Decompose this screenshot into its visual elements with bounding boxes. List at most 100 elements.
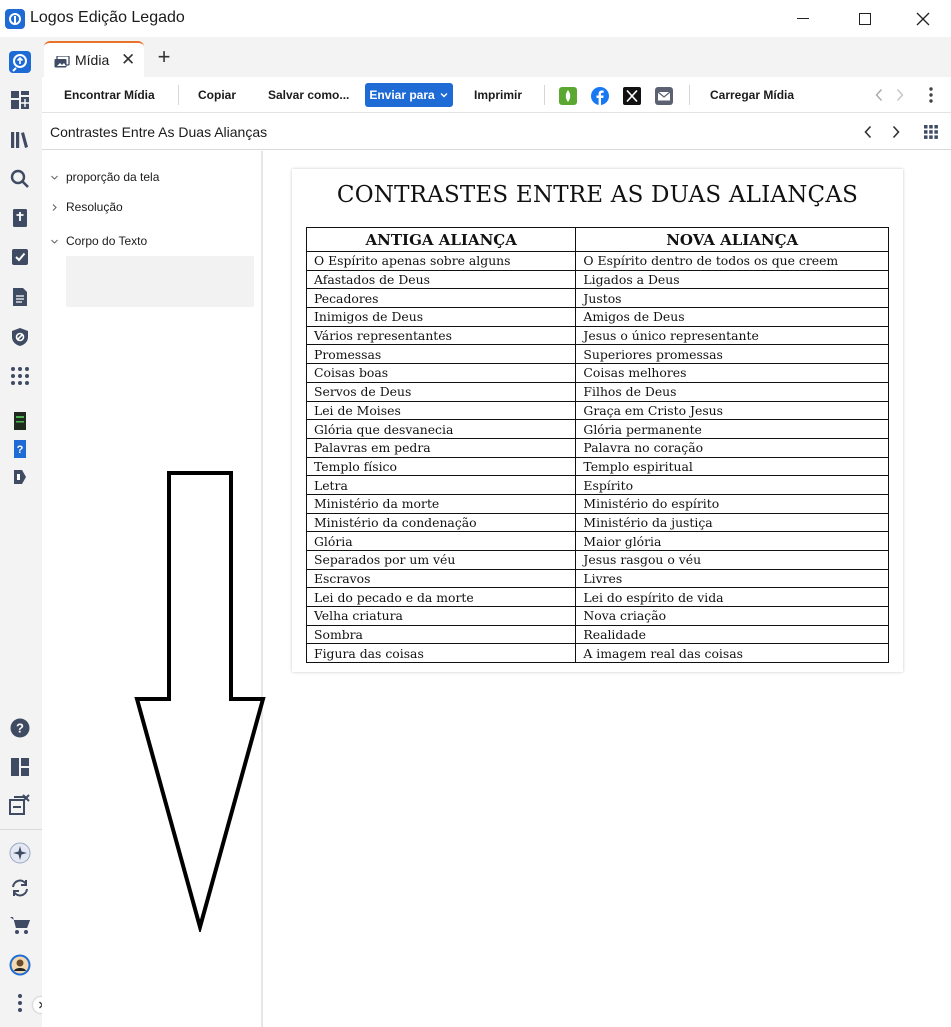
new-covenant-cell: Espírito: [575, 475, 889, 495]
chevron-left-icon[interactable]: [863, 125, 873, 139]
old-covenant-cell: Promessas: [305, 344, 577, 365]
table-row: Lei de Moises Graça em Cristo Jesus: [305, 400, 889, 421]
table-row: Figura das coisas A imagem real das coisa…: [305, 643, 889, 664]
new-covenant-cell: Ligados a Deus: [575, 269, 889, 290]
table-row: Ministério da condenação Ministério da ju…: [305, 512, 889, 533]
more-vertical-icon[interactable]: [9, 992, 31, 1014]
grid-view-icon[interactable]: [924, 125, 938, 139]
close-window-button[interactable]: [895, 0, 951, 37]
dashboard-icon[interactable]: [9, 89, 31, 111]
old-covenant-cell: Ministério da condenação: [305, 512, 577, 533]
layout-icon[interactable]: [9, 756, 31, 778]
old-covenant-cell: Lei do pecado e da morte: [305, 587, 577, 608]
table-row: Separados por um véu Jesus rasgou o véu: [305, 550, 889, 570]
app-sidebar: ? ?: [0, 37, 49, 1027]
minimize-button[interactable]: [775, 0, 831, 37]
old-covenant-cell: Inimigos de Deus: [305, 307, 577, 327]
toolbar-divider: [544, 85, 545, 105]
body-text-label: Corpo do Texto: [66, 234, 148, 248]
down-arrow-annotation: [134, 471, 266, 932]
app-window: Logos Edição Legado ? ? Mídia ✕ + Encont…: [0, 0, 951, 1027]
title-bar: Logos Edição Legado: [0, 0, 951, 37]
chevron-right-icon[interactable]: [891, 125, 901, 139]
maximize-icon: [859, 12, 871, 25]
shield-icon[interactable]: [9, 326, 31, 348]
table-row: Glória que desvanecia Glória permanente: [305, 419, 889, 439]
x-icon[interactable]: [623, 87, 641, 105]
aspect-ratio-label: proporção da tela: [66, 170, 160, 184]
table-row: Coisas boas Coisas melhores: [305, 363, 889, 383]
new-covenant-cell: Livres: [575, 568, 889, 589]
contrast-table: ANTIGA ALIANÇA NOVA ALIANÇA O Espírito a…: [305, 227, 889, 664]
find-media-button[interactable]: Encontrar Mídia: [64, 88, 155, 102]
save-as-button[interactable]: Salvar como...: [268, 88, 349, 102]
panel-header: Contrastes Entre As Duas Alianças: [42, 114, 951, 150]
send-to-button[interactable]: Enviar para: [365, 83, 453, 107]
old-covenant-cell: Glória: [305, 531, 577, 551]
help-icon[interactable]: ?: [9, 717, 31, 739]
aspect-ratio-section[interactable]: proporção da tela: [50, 170, 159, 184]
document-icon[interactable]: [9, 286, 31, 308]
new-covenant-cell: Maior glória: [575, 531, 889, 551]
old-covenant-cell: Afastados de Deus: [305, 269, 577, 290]
checklist-icon[interactable]: [9, 246, 31, 268]
toolbar-divider: [178, 85, 179, 105]
body-text-input[interactable]: [66, 256, 254, 307]
table-row: Vários representantes Jesus o único repre…: [305, 325, 889, 346]
logos-app-icon: [5, 9, 25, 29]
tab-close-icon[interactable]: ✕: [121, 50, 135, 70]
faithlife-icon[interactable]: [559, 87, 577, 105]
upload-media-button[interactable]: Carregar Mídia: [710, 88, 794, 102]
table-row: Palavras em pedra Palavra no coração: [305, 437, 889, 458]
old-covenant-cell: Ministério da morte: [305, 493, 577, 514]
chevron-right-icon: [52, 203, 57, 211]
old-covenant-cell: Vários representantes: [305, 325, 577, 346]
tab-midia[interactable]: Mídia ✕: [44, 41, 144, 77]
column-header-new: NOVA ALIANÇA: [575, 227, 889, 252]
email-icon[interactable]: [655, 87, 673, 105]
table-row: O Espírito apenas sobre alguns O Espírito…: [305, 251, 889, 271]
search-icon[interactable]: [9, 168, 31, 190]
apps-grid-icon[interactable]: [9, 365, 31, 387]
table-row: Velha criatura Nova criação: [305, 606, 889, 626]
more-vertical-icon[interactable]: [928, 87, 934, 103]
minimize-icon: [797, 18, 809, 19]
ai-sparkle-icon[interactable]: [9, 842, 31, 864]
chevron-right-icon[interactable]: [895, 88, 905, 102]
old-covenant-cell: Lei de Moises: [305, 400, 577, 421]
close-panels-icon[interactable]: [9, 793, 31, 815]
copy-button[interactable]: Copiar: [198, 88, 236, 102]
facebook-icon[interactable]: [591, 87, 609, 105]
sync-icon[interactable]: [9, 877, 31, 899]
body-text-section[interactable]: Corpo do Texto: [50, 234, 147, 248]
cart-icon[interactable]: [9, 914, 31, 936]
old-covenant-cell: Palavras em pedra: [305, 437, 577, 458]
new-covenant-cell: Jesus rasgou o véu: [575, 550, 889, 570]
library-icon[interactable]: [9, 129, 31, 151]
table-row: Escravos Livres: [305, 568, 889, 589]
resolution-section[interactable]: Resolução: [50, 200, 123, 214]
print-button[interactable]: Imprimir: [474, 88, 522, 102]
table-row: Lei do pecado e da morte Lei do espírito …: [305, 587, 889, 608]
chevron-left-icon[interactable]: [874, 88, 884, 102]
table-row: Glória Maior glória: [305, 531, 889, 551]
resolution-label: Resolução: [66, 200, 123, 214]
bible-icon[interactable]: [9, 207, 31, 229]
new-covenant-cell: Jesus o único representante: [575, 325, 889, 346]
tag-icon[interactable]: [9, 466, 31, 488]
tab-label: Mídia: [75, 52, 110, 68]
close-icon: [916, 12, 930, 25]
media-toolbar: Encontrar Mídia Copiar Salvar como... En…: [42, 77, 951, 113]
book-green-icon[interactable]: [9, 410, 31, 432]
old-covenant-cell: Figura das coisas: [305, 643, 577, 664]
logos-search-icon[interactable]: [9, 51, 31, 73]
new-covenant-cell: Palavra no coração: [575, 437, 889, 458]
maximize-button[interactable]: [837, 0, 893, 37]
svg-text:?: ?: [16, 721, 24, 736]
book-question-icon[interactable]: ?: [9, 438, 31, 460]
user-avatar-icon[interactable]: [9, 954, 31, 976]
new-tab-button[interactable]: +: [152, 44, 176, 69]
new-covenant-cell: Glória permanente: [575, 419, 889, 439]
new-covenant-cell: A imagem real das coisas: [575, 643, 889, 664]
old-covenant-cell: Coisas boas: [305, 363, 577, 383]
